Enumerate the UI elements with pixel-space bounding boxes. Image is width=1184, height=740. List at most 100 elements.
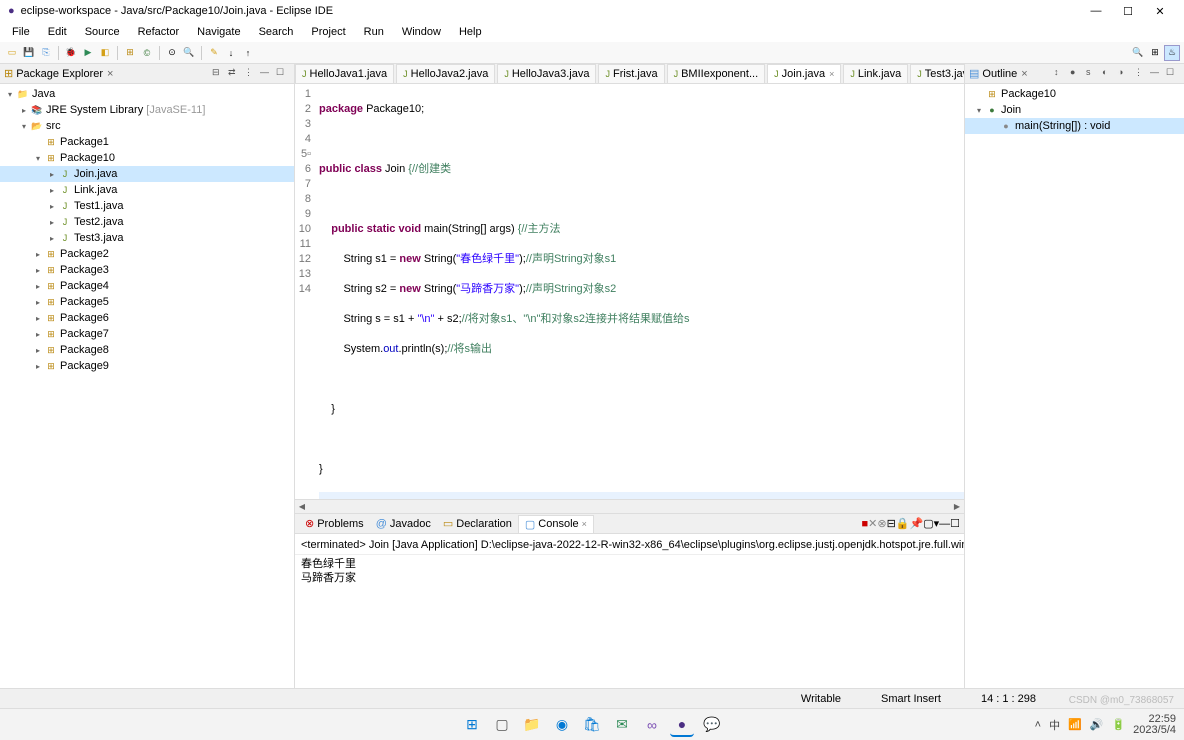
tree-file-test3[interactable]: ▸JTest3.java	[0, 230, 294, 246]
tab-frist[interactable]: JFrist.java	[598, 64, 664, 83]
menu-refactor[interactable]: Refactor	[130, 24, 188, 40]
tree-jre[interactable]: ▸📚 JRE System Library [JavaSE-11]	[0, 102, 294, 118]
new-class-icon[interactable]: ©	[139, 45, 155, 61]
link-editor-icon[interactable]: ⇄	[228, 67, 242, 81]
tree-package4[interactable]: ▸⊞Package4	[0, 278, 294, 294]
eclipse-taskbar-icon[interactable]: ●	[670, 713, 694, 737]
tab-console[interactable]: ▢Console×	[518, 515, 594, 533]
outline-tree[interactable]: ⊞Package10 ▾●Join ●main(String[]) : void	[965, 84, 1184, 688]
close-console-icon[interactable]: ×	[582, 519, 587, 529]
java-perspective-icon[interactable]: ♨	[1164, 45, 1180, 61]
tree-file-test1[interactable]: ▸JTest1.java	[0, 198, 294, 214]
tree-package6[interactable]: ▸⊞Package6	[0, 310, 294, 326]
tab-declaration[interactable]: ▭Declaration	[437, 515, 518, 532]
tab-hellojava3[interactable]: JHelloJava3.java	[497, 64, 596, 83]
prev-annotation-icon[interactable]: ↑	[240, 45, 256, 61]
menu-navigate[interactable]: Navigate	[189, 24, 248, 40]
minimize-outline-icon[interactable]: —	[1150, 67, 1164, 81]
tree-package10[interactable]: ▾⊞Package10	[0, 150, 294, 166]
open-type-icon[interactable]: ⊙	[164, 45, 180, 61]
tray-battery-icon[interactable]: 🔋	[1111, 718, 1125, 731]
outline-package[interactable]: ⊞Package10	[965, 86, 1184, 102]
menu-help[interactable]: Help	[451, 24, 490, 40]
menu-file[interactable]: File	[4, 24, 38, 40]
minimize-bottom-icon[interactable]: —	[939, 518, 950, 530]
minimize-button[interactable]: —	[1080, 5, 1112, 17]
console-output[interactable]: 春色绿千里 马蹄香万家	[295, 555, 964, 688]
close-button[interactable]: ✕	[1144, 5, 1176, 18]
tree-file-test2[interactable]: ▸JTest2.java	[0, 214, 294, 230]
tab-link[interactable]: JLink.java	[843, 64, 908, 83]
close-outline-icon[interactable]: ×	[1021, 68, 1027, 80]
tab-javadoc[interactable]: @Javadoc	[370, 516, 437, 532]
hide-local-icon[interactable]: ◑	[1118, 67, 1132, 81]
edge-icon[interactable]: ◉	[550, 713, 574, 737]
explorer-icon[interactable]: 📁	[520, 713, 544, 737]
remove-all-icon[interactable]: ⊗	[877, 517, 886, 530]
sort-icon[interactable]: ↕	[1054, 67, 1068, 81]
code-editor[interactable]: 1234 5▫678 9101112 1314 package Package1…	[295, 84, 964, 499]
save-all-icon[interactable]: ⎘	[38, 45, 54, 61]
hide-fields-icon[interactable]: ●	[1070, 67, 1084, 81]
view-menu-icon[interactable]: ⋮	[244, 67, 258, 81]
maximize-view-icon[interactable]: ☐	[276, 67, 290, 81]
tab-hellojava1[interactable]: JHelloJava1.java	[295, 64, 394, 83]
package-tree[interactable]: ▾📁Java ▸📚 JRE System Library [JavaSE-11]…	[0, 84, 294, 688]
tab-hellojava2[interactable]: JHelloJava2.java	[396, 64, 495, 83]
tree-package1[interactable]: ⊞Package1	[0, 134, 294, 150]
toggle-mark-icon[interactable]: ✎	[206, 45, 222, 61]
tray-chevron-icon[interactable]: ˄	[1035, 719, 1041, 731]
tab-problems[interactable]: ⊗Problems	[299, 515, 370, 532]
next-annotation-icon[interactable]: ↓	[223, 45, 239, 61]
new-package-icon[interactable]: ⊞	[122, 45, 138, 61]
system-tray[interactable]: ˄ 中 📶 🔊 🔋 22:59 2023/5/4	[1035, 714, 1176, 736]
quick-access-icon[interactable]: 🔍	[1130, 45, 1146, 61]
tree-project[interactable]: ▾📁Java	[0, 86, 294, 102]
close-tab-icon[interactable]: ×	[829, 69, 834, 79]
menu-window[interactable]: Window	[394, 24, 449, 40]
collapse-all-icon[interactable]: ⊟	[212, 67, 226, 81]
new-icon[interactable]: ▭	[4, 45, 20, 61]
maximize-bottom-icon[interactable]: ☐	[950, 517, 960, 530]
close-view-icon[interactable]: ×	[107, 68, 113, 80]
tree-file-link[interactable]: ▸JLink.java	[0, 182, 294, 198]
open-perspective-icon[interactable]: ⊞	[1147, 45, 1163, 61]
tray-ime-icon[interactable]: 中	[1049, 717, 1060, 733]
editor-hscroll[interactable]: ◀▶	[295, 499, 964, 513]
tree-package7[interactable]: ▸⊞Package7	[0, 326, 294, 342]
maximize-button[interactable]: ☐	[1112, 5, 1144, 18]
tree-src[interactable]: ▾📂src	[0, 118, 294, 134]
menu-run[interactable]: Run	[356, 24, 392, 40]
tab-join[interactable]: JJoin.java×	[767, 64, 841, 83]
debug-icon[interactable]: 🐞	[63, 45, 79, 61]
tree-package3[interactable]: ▸⊞Package3	[0, 262, 294, 278]
hide-static-icon[interactable]: s	[1086, 67, 1100, 81]
clear-console-icon[interactable]: ⊟	[887, 517, 896, 530]
menu-source[interactable]: Source	[77, 24, 128, 40]
mail-icon[interactable]: ✉	[610, 713, 634, 737]
scroll-lock-icon[interactable]: 🔒	[896, 517, 910, 530]
store-icon[interactable]: 🛍	[580, 713, 604, 737]
outline-menu-icon[interactable]: ⋮	[1134, 67, 1148, 81]
tray-wifi-icon[interactable]: 📶	[1068, 718, 1082, 731]
menu-project[interactable]: Project	[303, 24, 353, 40]
vs-icon[interactable]: ∞	[640, 713, 664, 737]
code-content[interactable]: package Package10; public class Join {//…	[315, 84, 964, 499]
taskview-icon[interactable]: ▢	[490, 713, 514, 737]
search-icon[interactable]: 🔍	[181, 45, 197, 61]
tree-package9[interactable]: ▸⊞Package9	[0, 358, 294, 374]
tree-package5[interactable]: ▸⊞Package5	[0, 294, 294, 310]
display-console-icon[interactable]: ▢	[923, 517, 933, 530]
coverage-icon[interactable]: ◧	[97, 45, 113, 61]
tab-bmi[interactable]: JBMIIexponent...	[667, 64, 766, 83]
hide-non-public-icon[interactable]: ◐	[1102, 67, 1116, 81]
outline-method-main[interactable]: ●main(String[]) : void	[965, 118, 1184, 134]
minimize-view-icon[interactable]: —	[260, 67, 274, 81]
save-icon[interactable]: 💾	[21, 45, 37, 61]
run-icon[interactable]: ▶	[80, 45, 96, 61]
tree-package2[interactable]: ▸⊞Package2	[0, 246, 294, 262]
outline-class[interactable]: ▾●Join	[965, 102, 1184, 118]
menu-edit[interactable]: Edit	[40, 24, 75, 40]
menu-search[interactable]: Search	[251, 24, 302, 40]
tree-package8[interactable]: ▸⊞Package8	[0, 342, 294, 358]
